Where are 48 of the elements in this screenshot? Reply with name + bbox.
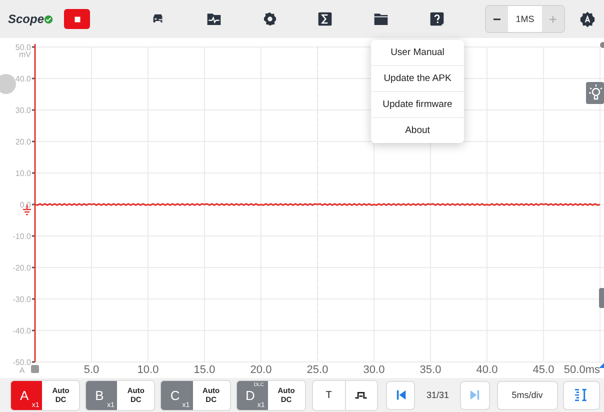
skip-forward-icon [468, 388, 482, 402]
edge-button[interactable] [344, 380, 377, 410]
axis-label: 20.0 [250, 364, 272, 376]
axis-label: -20.0 [12, 264, 31, 272]
menu-item[interactable]: Update firmware [371, 92, 464, 118]
axis-label: 40.0 [476, 364, 498, 376]
menu-item[interactable]: Update the APK [371, 66, 464, 92]
time-marker-icon [599, 363, 604, 368]
axis-label: 50.0ms [564, 364, 600, 376]
waveform-folder-icon[interactable] [206, 11, 222, 27]
axis-label: -30.0 [12, 295, 31, 304]
axis-label: 15.0 [194, 364, 216, 376]
app-title: Scope [8, 12, 44, 26]
axis-label: 35.0 [420, 364, 442, 376]
folder-icon[interactable] [373, 11, 390, 27]
auto-settings-icon[interactable] [578, 10, 596, 28]
axis-label: 50.0 [15, 43, 31, 52]
side-handle-icon[interactable] [0, 74, 16, 94]
settings-icon[interactable] [262, 11, 278, 27]
axis-label: 5.0 [84, 364, 100, 376]
axis-label: -40.0 [12, 326, 31, 336]
trigger-marker-icon [31, 365, 39, 373]
cursor-button[interactable] [562, 380, 600, 410]
axis-label: -10.0 [12, 232, 31, 241]
axis-label: 20.0 [15, 138, 31, 146]
lightbulb-icon[interactable] [586, 82, 604, 104]
ground-marker-icon [22, 204, 32, 216]
stop-button[interactable] [64, 9, 90, 29]
frame-counter: 31/31 [425, 390, 450, 400]
unit-label: mV [19, 50, 31, 59]
cursor-icon [573, 387, 590, 403]
axis-label: 30.0 [363, 364, 385, 376]
axis-label: 30.0 [15, 106, 31, 115]
axis-label: 10.0 [15, 169, 31, 178]
sigma-icon[interactable] [317, 11, 334, 27]
axis-label: -50.0 [12, 358, 31, 367]
time-division-button[interactable]: 5ms/div [496, 380, 558, 410]
axis-label: 45.0 [532, 364, 554, 376]
axis-label: 10.0 [137, 364, 159, 376]
axis-label: 25.0 [306, 364, 328, 376]
axis-label: 40.0 [15, 74, 31, 84]
previous-button[interactable] [386, 380, 416, 410]
timebase-value: 1MS [508, 6, 542, 32]
decrease-button[interactable]: − [486, 6, 508, 32]
menu-item[interactable]: User Manual [371, 40, 464, 66]
help-icon[interactable] [429, 11, 446, 27]
menu-item[interactable]: About [371, 118, 464, 143]
channel-label: A [19, 366, 25, 375]
